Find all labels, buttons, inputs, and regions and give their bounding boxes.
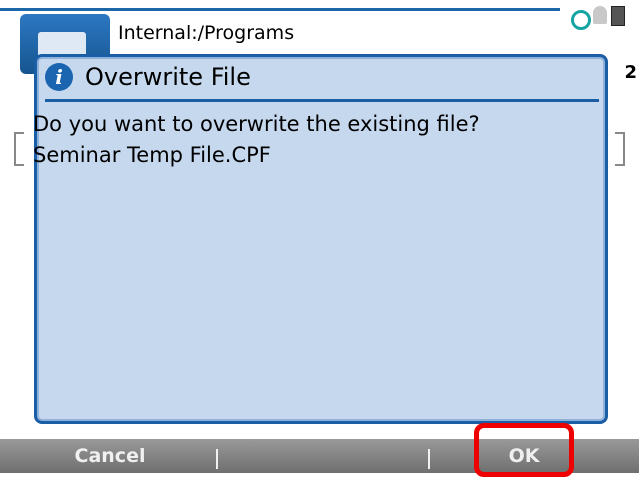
info-icon: i (45, 63, 73, 91)
app-header: Internal:/Programs (0, 0, 639, 74)
calculator-icon (611, 6, 625, 26)
list-edge-right (615, 132, 625, 166)
list-edge-left (14, 132, 24, 166)
current-path: Internal:/Programs (118, 22, 295, 44)
search-icon (571, 10, 591, 30)
ok-button-highlight (474, 423, 574, 477)
user-icon (593, 6, 607, 24)
dialog-title: Overwrite File (85, 63, 251, 91)
header-rule (0, 8, 560, 11)
dialog-message-line: Do you want to overwrite the existing fi… (33, 112, 480, 136)
dialog-message: Do you want to overwrite the existing fi… (33, 109, 480, 171)
dialog-filename: Seminar Temp File.CPF (33, 143, 271, 167)
dialog-divider (45, 99, 599, 102)
softkey-separator (216, 449, 218, 469)
status-icons (549, 6, 631, 32)
softkey-separator (428, 449, 430, 469)
cancel-button[interactable]: Cancel (40, 439, 180, 473)
overwrite-dialog: i Overwrite File Do you want to overwrit… (33, 54, 608, 424)
dialog-title-row: i Overwrite File (45, 63, 599, 99)
header-side-char: 2 (624, 62, 637, 83)
